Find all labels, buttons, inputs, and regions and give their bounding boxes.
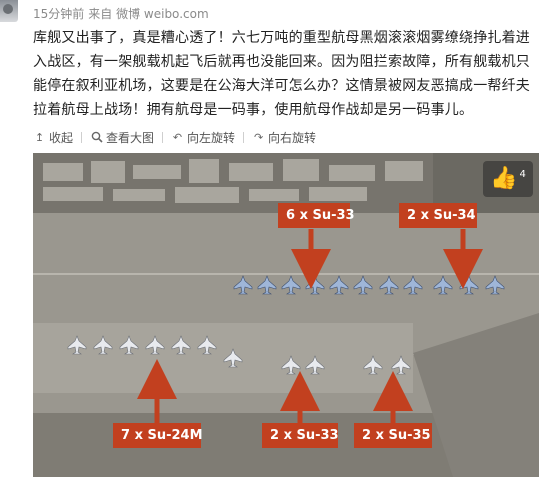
thumbs-up-icon: 👍 bbox=[490, 166, 518, 191]
post-text: 库舰又出事了，真是糟心透了！六七万吨的重型航母黑烟滚滚烟雾缭绕挣扎着进入战区，有… bbox=[33, 30, 530, 118]
collapse-label: 收起 bbox=[49, 130, 74, 145]
label-su33-top: 6 x Su-33 bbox=[278, 203, 355, 228]
view-large-label: 查看大图 bbox=[106, 130, 155, 145]
view-large-button[interactable]: 查看大图 bbox=[90, 129, 154, 146]
image-toolbar: ↥ 收起 查看大图 ↶ 向左旋转 ↷ 向右旋转 bbox=[33, 127, 316, 147]
post-time: 15分钟前 bbox=[33, 7, 85, 21]
toolbar-divider bbox=[243, 131, 245, 143]
rotate-left-button[interactable]: ↶ 向左旋转 bbox=[171, 129, 235, 146]
like-count: 4 bbox=[519, 168, 526, 180]
post-source[interactable]: 来自 微博 weibo.com bbox=[88, 7, 208, 21]
rotate-right-button[interactable]: ↷ 向右旋转 bbox=[252, 129, 316, 146]
label-su24m: 7 x Su-24M bbox=[113, 423, 203, 448]
toolbar-divider bbox=[81, 131, 83, 143]
collapse-button[interactable]: ↥ 收起 bbox=[33, 129, 73, 146]
label-su34: 2 x Su-34 bbox=[399, 203, 477, 228]
post-meta: 15分钟前 来自 微博 weibo.com bbox=[33, 5, 213, 22]
rotate-left-icon: ↶ bbox=[172, 130, 183, 144]
collapse-up-icon: ↥ bbox=[34, 130, 45, 144]
avatar[interactable] bbox=[0, 0, 18, 22]
rotate-left-label: 向左旋转 bbox=[187, 130, 236, 145]
like-badge[interactable]: 👍 4 bbox=[483, 161, 533, 197]
toolbar-divider bbox=[162, 131, 164, 143]
label-su35: 2 x Su-35 bbox=[354, 423, 432, 448]
rotate-right-icon: ↷ bbox=[253, 130, 264, 144]
magnifier-icon bbox=[90, 131, 103, 144]
rotate-right-label: 向右旋转 bbox=[268, 130, 317, 145]
label-su33-bottom: 2 x Su-33 bbox=[262, 423, 339, 448]
post-image[interactable]: 👍 4 6 x Su-33 2 x Su-34 7 x Su-24M 2 x S… bbox=[33, 153, 539, 477]
